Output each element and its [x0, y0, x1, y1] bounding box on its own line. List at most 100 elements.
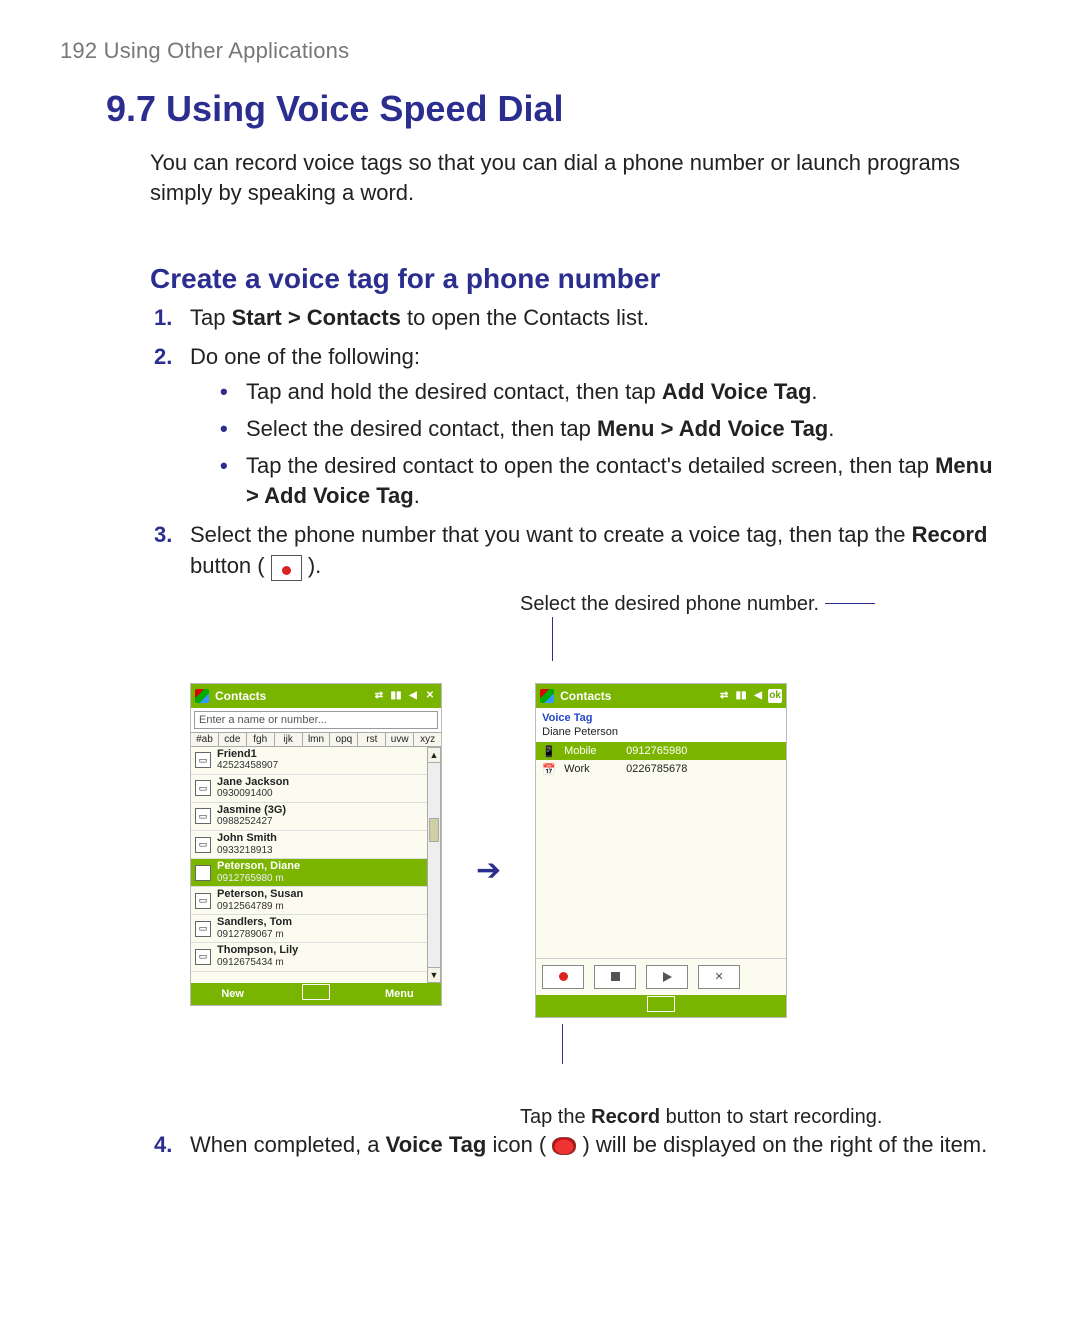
step-3-b: Record [912, 522, 988, 547]
step-1-text-a: Tap [190, 305, 232, 330]
contact-row[interactable]: ▭Sandlers, Tom0912789067 m [191, 915, 427, 943]
softkey-bar: New Menu [191, 983, 441, 1005]
alpha-tab[interactable]: rst [358, 733, 386, 746]
contact-row[interactable]: ▭Jasmine (3G)0988252427 [191, 803, 427, 831]
alpha-tab[interactable]: uvw [386, 733, 414, 746]
step-2-text: Do one of the following: [190, 344, 420, 369]
alpha-tab[interactable]: cde [219, 733, 247, 746]
step-3: 3. Select the phone number that you want… [190, 520, 1010, 582]
bullet-3-a: Tap the desired contact to open the cont… [246, 453, 935, 478]
callout-record: Tap the Record button to start recording… [520, 1104, 1020, 1130]
running-header: 192 Using Other Applications [60, 38, 1020, 64]
search-input[interactable]: Enter a name or number... [194, 711, 438, 729]
contact-type-icon: ▭ [195, 752, 211, 768]
bullet-3: Tap the desired contact to open the cont… [220, 451, 1010, 513]
start-icon[interactable] [195, 689, 209, 703]
step-1-text-c: to open the Contacts list. [401, 305, 649, 330]
phone-number-row[interactable]: 📅Work0226785678 [536, 760, 786, 778]
contact-row[interactable]: ▭Peterson, Susan0912564789 m [191, 887, 427, 915]
alpha-tab[interactable]: ijk [275, 733, 303, 746]
callout-line [552, 617, 553, 661]
bullet-1-c: . [811, 379, 817, 404]
step-4-c: icon ( [486, 1132, 552, 1157]
alpha-tab[interactable]: lmn [303, 733, 331, 746]
contact-type-icon: ▭ [195, 865, 211, 881]
bullet-2: Select the desired contact, then tap Men… [220, 414, 1010, 445]
volume-icon: ◀ [406, 689, 420, 703]
contacts-list[interactable]: ▭Friend142523458907▭Jane Jackson09300914… [191, 747, 427, 983]
contact-type-icon: ▭ [195, 921, 211, 937]
volume-icon: ◀ [751, 689, 765, 703]
contact-type-icon: ▭ [195, 780, 211, 796]
contact-type-icon: ▭ [195, 949, 211, 965]
screenshot-contacts-list: Contacts ⇄ ▮▮ ◀ ✕ Enter a name or number… [190, 683, 442, 1006]
contact-type-icon: ▭ [195, 808, 211, 824]
titlebar: Contacts ⇄ ▮▮ ◀ ✕ [191, 684, 441, 708]
close-icon[interactable]: ✕ [423, 689, 437, 703]
contact-row[interactable]: ▭John Smith0933218913 [191, 831, 427, 859]
voice-tag-icon [552, 1137, 576, 1155]
titlebar: Contacts ⇄ ▮▮ ◀ ok [536, 684, 786, 708]
keyboard-icon[interactable] [619, 996, 702, 1015]
cancel-button[interactable] [698, 965, 740, 989]
step-number: 1. [154, 303, 172, 334]
signal-icon: ▮▮ [734, 689, 748, 703]
step-4-d: ) will be displayed on the right of the … [576, 1132, 987, 1157]
contact-name: Diane Peterson [536, 726, 786, 742]
bullet-1-b: Add Voice Tag [662, 379, 812, 404]
connectivity-icon: ⇄ [717, 689, 731, 703]
bullet-1: Tap and hold the desired contact, then t… [220, 377, 1010, 408]
bullet-2-a: Select the desired contact, then tap [246, 416, 597, 441]
arrow-right-icon: ➔ [476, 853, 501, 888]
scroll-down-icon[interactable]: ▼ [427, 967, 441, 983]
step-1-bold: Start > Contacts [232, 305, 401, 330]
softkey-new[interactable]: New [191, 988, 274, 1000]
section-heading: 9.7 Using Voice Speed Dial [106, 88, 1020, 130]
ok-button[interactable]: ok [768, 689, 782, 703]
contact-row[interactable]: ▭Jane Jackson0930091400 [191, 775, 427, 803]
alpha-tab[interactable]: fgh [247, 733, 275, 746]
softkey-menu[interactable]: Menu [358, 988, 441, 1000]
contact-row[interactable]: ▭Friend142523458907 [191, 747, 427, 775]
titlebar-title: Contacts [215, 689, 266, 703]
signal-icon: ▮▮ [389, 689, 403, 703]
bullet-2-b: Menu > Add Voice Tag [597, 416, 828, 441]
alpha-tab[interactable]: xyz [414, 733, 441, 746]
intro-paragraph: You can record voice tags so that you ca… [150, 148, 1010, 207]
step-4-a: When completed, a [190, 1132, 386, 1157]
keyboard-icon[interactable] [274, 984, 357, 1003]
alpha-tabs[interactable]: #ab cde fgh ijk lmn opq rst uvw xyz [191, 732, 441, 747]
screenshot-voice-tag: Contacts ⇄ ▮▮ ◀ ok Voice Tag Diane Peter… [535, 683, 787, 1018]
alpha-tab[interactable]: #ab [191, 733, 219, 746]
step-3-d: ). [302, 553, 322, 578]
alpha-tab[interactable]: opq [330, 733, 358, 746]
start-icon[interactable] [540, 689, 554, 703]
step-2: 2. Do one of the following: Tap and hold… [190, 342, 1010, 512]
step-4: 4. When completed, a Voice Tag icon ( ) … [190, 1130, 1010, 1161]
phone-number-list[interactable]: 📱Mobile0912765980📅Work0226785678 [536, 742, 786, 958]
step-3-c: button ( [190, 553, 271, 578]
scrollbar[interactable]: ▲ ▼ [427, 747, 441, 983]
connectivity-icon: ⇄ [372, 689, 386, 703]
record-button[interactable] [542, 965, 584, 989]
contact-row[interactable]: ▭Thompson, Lily0912675434 m [191, 943, 427, 971]
step-3-a: Select the phone number that you want to… [190, 522, 912, 547]
contact-row[interactable]: ▭Peterson, Diane0912765980 m [191, 859, 427, 887]
phone-number-row[interactable]: 📱Mobile0912765980 [536, 742, 786, 760]
bullet-1-a: Tap and hold the desired contact, then t… [246, 379, 662, 404]
callout-select-number: Select the desired phone number. [520, 592, 1020, 617]
phone-type-icon: 📱 [542, 745, 556, 757]
play-button[interactable] [646, 965, 688, 989]
step-number: 2. [154, 342, 172, 373]
step-number: 4. [154, 1130, 172, 1161]
record-button-icon [271, 555, 302, 581]
contact-type-icon: ▭ [195, 837, 211, 853]
stop-button[interactable] [594, 965, 636, 989]
voice-tag-heading: Voice Tag [536, 708, 786, 726]
callout-line [562, 1024, 563, 1064]
scroll-thumb[interactable] [429, 818, 439, 842]
contact-type-icon: ▭ [195, 893, 211, 909]
step-1: 1. Tap Start > Contacts to open the Cont… [190, 303, 1010, 334]
scroll-up-icon[interactable]: ▲ [427, 747, 441, 763]
step-4-b: Voice Tag [386, 1132, 487, 1157]
